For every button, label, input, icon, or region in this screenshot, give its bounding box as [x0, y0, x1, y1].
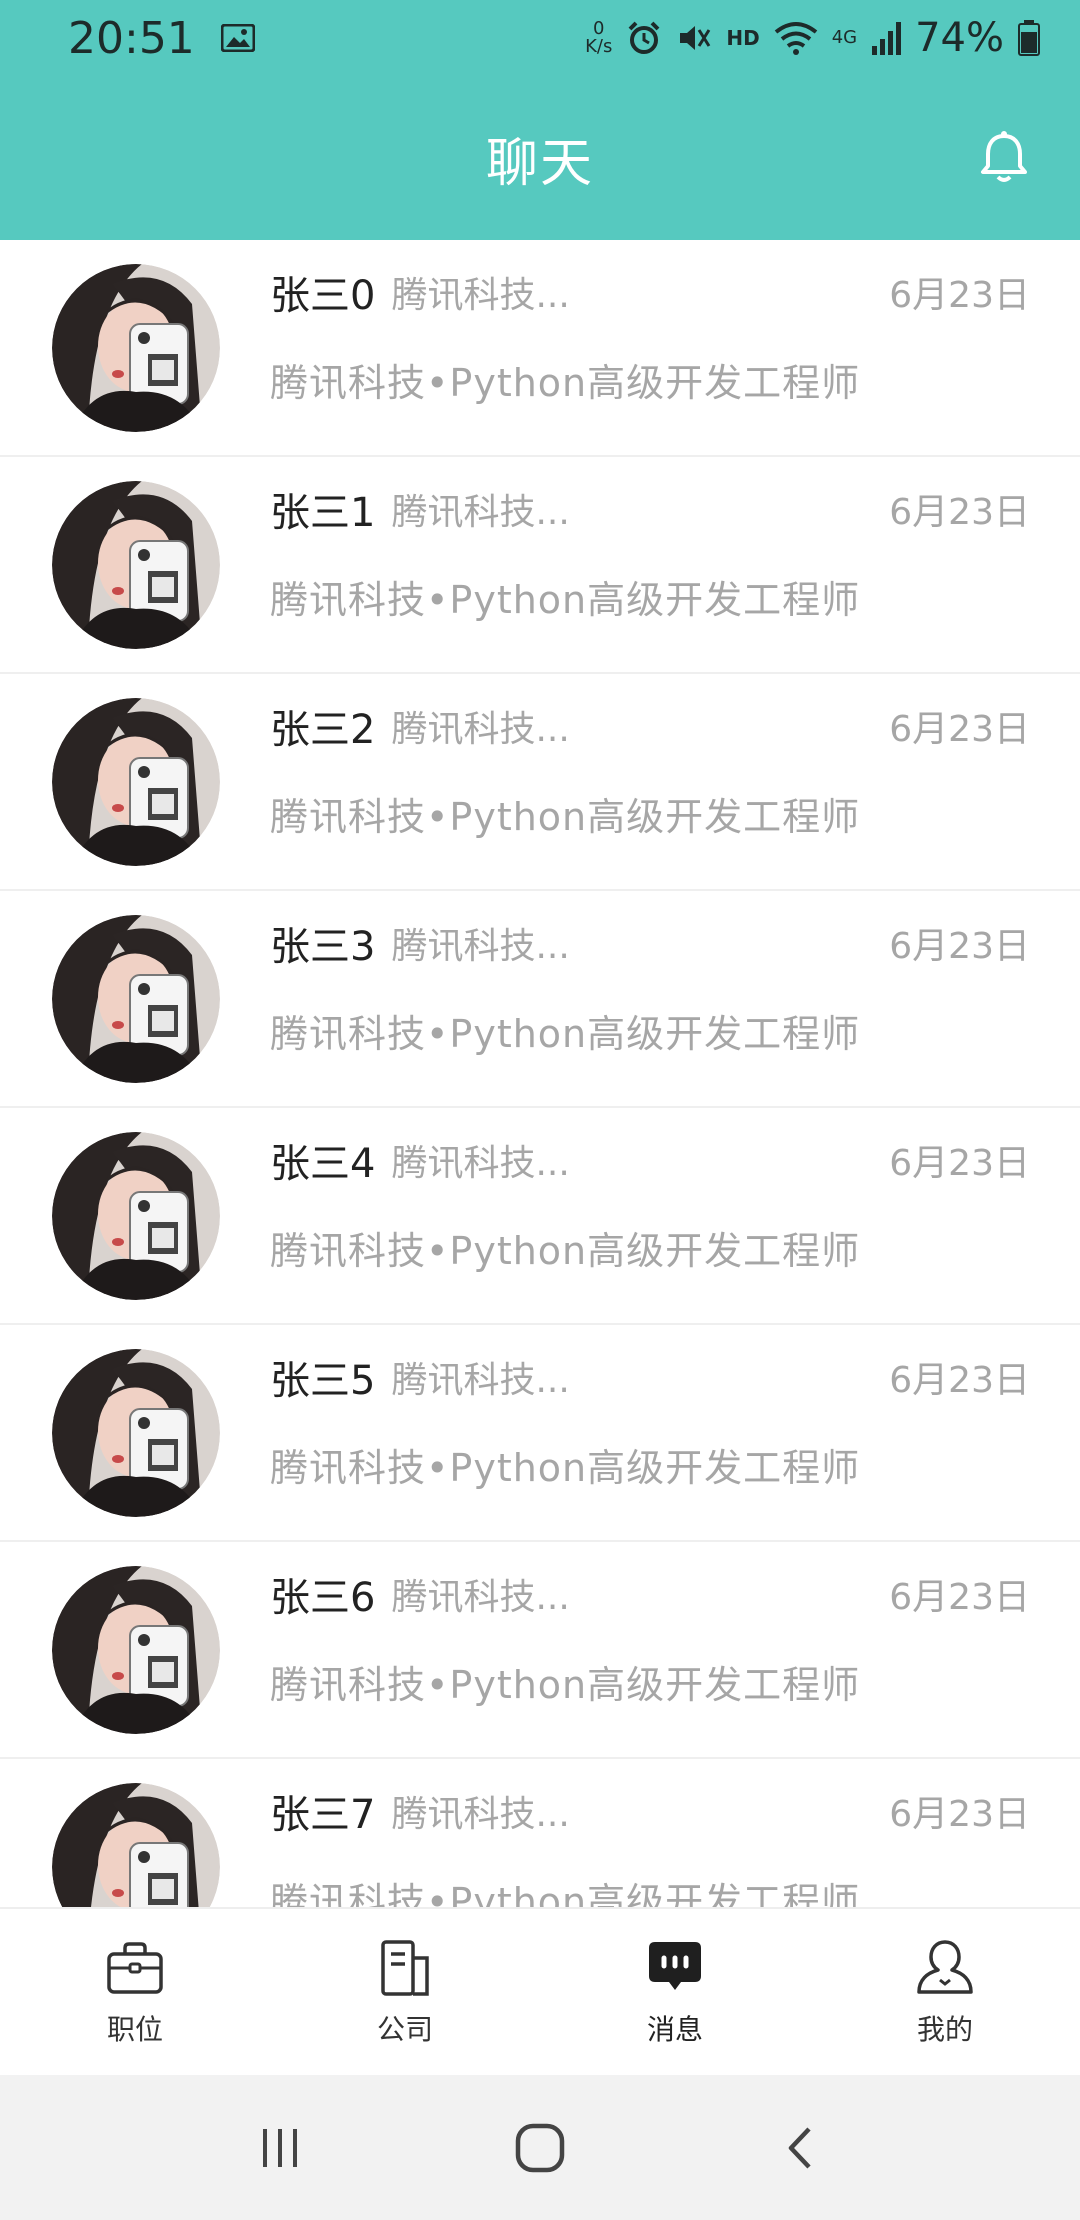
- person-icon: [917, 1940, 973, 1994]
- chat-preview: 腾讯科技•Python高级开发工程师: [270, 1663, 861, 1707]
- chat-name: 张三1: [270, 490, 376, 536]
- chat-company: 腾讯科技...: [391, 709, 570, 750]
- chat-date: 6月23日: [889, 709, 1030, 750]
- tab-label: 公司: [376, 2013, 433, 2046]
- avatar: [52, 915, 220, 1083]
- tab-jobs[interactable]: 职位: [0, 1909, 270, 2075]
- chat-name-line: 张三0 腾讯科技... 6月23日: [270, 262, 1030, 322]
- chat-list-item[interactable]: 张三4 腾讯科技... 6月23日 腾讯科技•Python高级开发工程师: [0, 1108, 1080, 1325]
- signal-icon: [872, 22, 902, 55]
- chat-preview: 腾讯科技•Python高级开发工程师: [270, 1880, 861, 1907]
- avatar: [52, 481, 220, 649]
- network-type: 4G: [831, 27, 858, 48]
- battery-percentage: 74%: [915, 15, 1004, 61]
- chat-preview: 腾讯科技•Python高级开发工程师: [270, 795, 861, 839]
- tab-label: 我的: [916, 2013, 973, 2046]
- hd-indicator: HD: [726, 26, 760, 50]
- chat-name: 张三7: [270, 1792, 376, 1838]
- chat-name-line: 张三3 腾讯科技... 6月23日: [270, 913, 1030, 973]
- chat-screen: 20:51 0 K/s HD 4G 74% 聊天 张三0 腾讯科技... 6月2…: [0, 0, 1080, 2220]
- bell-icon[interactable]: [974, 128, 1034, 188]
- avatar: [52, 1566, 220, 1734]
- chat-company: 腾讯科技...: [391, 1794, 570, 1835]
- avatar: [52, 264, 220, 432]
- chat-list-item[interactable]: 张三1 腾讯科技... 6月23日 腾讯科技•Python高级开发工程师: [0, 457, 1080, 674]
- home-button[interactable]: [505, 2113, 575, 2183]
- chat-name-line: 张三2 腾讯科技... 6月23日: [270, 696, 1030, 756]
- bottom-tab-bar: 职位 公司 消息 我的: [0, 1907, 1080, 2075]
- recent-apps-button[interactable]: [245, 2113, 315, 2183]
- chat-date: 6月23日: [889, 492, 1030, 533]
- mute-icon: [680, 26, 711, 50]
- chat-name-line: 张三6 腾讯科技... 6月23日: [270, 1564, 1030, 1624]
- chat-company: 腾讯科技...: [391, 275, 570, 316]
- status-time: 20:51: [68, 12, 195, 64]
- chat-date: 6月23日: [889, 926, 1030, 967]
- chat-date: 6月23日: [889, 1360, 1030, 1401]
- chat-date: 6月23日: [889, 1794, 1030, 1835]
- chat-name: 张三4: [270, 1141, 376, 1187]
- chat-list-item[interactable]: 张三6 腾讯科技... 6月23日 腾讯科技•Python高级开发工程师: [0, 1542, 1080, 1759]
- chat-list-item[interactable]: 张三7 腾讯科技... 6月23日 腾讯科技•Python高级开发工程师: [0, 1759, 1080, 1907]
- chat-list-item[interactable]: 张三2 腾讯科技... 6月23日 腾讯科技•Python高级开发工程师: [0, 674, 1080, 891]
- chat-name-line: 张三7 腾讯科技... 6月23日: [270, 1781, 1030, 1841]
- system-navigation-bar: [0, 2075, 1080, 2220]
- chat-bubble-icon: [649, 1942, 701, 1990]
- chat-name-line: 张三5 腾讯科技... 6月23日: [270, 1347, 1030, 1407]
- chat-name-line: 张三4 腾讯科技... 6月23日: [270, 1130, 1030, 1190]
- chat-list[interactable]: 张三0 腾讯科技... 6月23日 腾讯科技•Python高级开发工程师 张三1…: [0, 240, 1080, 1907]
- chat-preview: 腾讯科技•Python高级开发工程师: [270, 578, 861, 622]
- wifi-icon: [774, 22, 817, 55]
- chat-date: 6月23日: [889, 1577, 1030, 1618]
- chat-name: 张三2: [270, 707, 376, 753]
- page-title: 聊天: [485, 133, 594, 194]
- chat-company: 腾讯科技...: [391, 492, 570, 533]
- chat-preview: 腾讯科技•Python高级开发工程师: [270, 1012, 861, 1056]
- alarm-icon: [628, 21, 660, 54]
- chat-date: 6月23日: [889, 275, 1030, 316]
- chat-list-item[interactable]: 张三3 腾讯科技... 6月23日 腾讯科技•Python高级开发工程师: [0, 891, 1080, 1108]
- tab-company[interactable]: 公司: [270, 1909, 540, 2075]
- avatar: [52, 1349, 220, 1517]
- status-icons: 0 K/s HD 4G 74%: [585, 15, 1040, 61]
- chat-name: 张三5: [270, 1358, 376, 1404]
- tab-label: 消息: [646, 2013, 703, 2046]
- chat-preview: 腾讯科技•Python高级开发工程师: [270, 1446, 861, 1490]
- avatar: [52, 1132, 220, 1300]
- chat-company: 腾讯科技...: [391, 1143, 570, 1184]
- tab-messages[interactable]: 消息: [540, 1909, 810, 2075]
- home-icon: [515, 2123, 565, 2172]
- back-icon: [788, 2126, 811, 2169]
- briefcase-icon: [107, 1942, 163, 1994]
- tab-profile[interactable]: 我的: [810, 1909, 1080, 2075]
- chat-date: 6月23日: [889, 1143, 1030, 1184]
- recent-apps-icon: [263, 2128, 297, 2167]
- net-speed: 0 K/s: [585, 18, 613, 57]
- chat-preview: 腾讯科技•Python高级开发工程师: [270, 1229, 861, 1273]
- building-icon: [381, 1940, 429, 1996]
- chat-list-item[interactable]: 张三5 腾讯科技... 6月23日 腾讯科技•Python高级开发工程师: [0, 1325, 1080, 1542]
- app-header: 聊天: [0, 76, 1080, 240]
- status-bar: 20:51 0 K/s HD 4G 74%: [0, 0, 1080, 76]
- tab-label: 职位: [106, 2013, 163, 2046]
- chat-list-item[interactable]: 张三0 腾讯科技... 6月23日 腾讯科技•Python高级开发工程师: [0, 240, 1080, 457]
- chat-name: 张三3: [270, 924, 376, 970]
- back-button[interactable]: [765, 2113, 835, 2183]
- avatar: [52, 1783, 220, 1907]
- chat-company: 腾讯科技...: [391, 1577, 570, 1618]
- avatar: [52, 698, 220, 866]
- chat-company: 腾讯科技...: [391, 1360, 570, 1401]
- chat-name: 张三0: [270, 273, 376, 319]
- chat-name-line: 张三1 腾讯科技... 6月23日: [270, 479, 1030, 539]
- chat-preview: 腾讯科技•Python高级开发工程师: [270, 361, 861, 405]
- battery-icon: [1018, 20, 1040, 56]
- gallery-notification-icon: [220, 24, 255, 52]
- chat-company: 腾讯科技...: [391, 926, 570, 967]
- chat-name: 张三6: [270, 1575, 376, 1621]
